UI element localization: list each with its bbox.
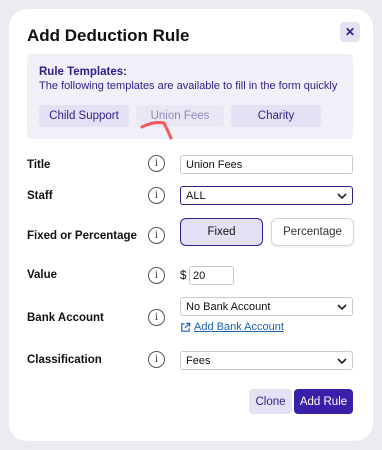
add-deduction-rule-dialog: Add Deduction Rule ✕ Rule Templates: The…: [9, 9, 373, 441]
classification-label: Classification: [27, 354, 102, 366]
chevron-down-icon: [337, 304, 347, 311]
bank-account-label: Bank Account: [27, 312, 104, 324]
bank-account-info-icon[interactable]: i: [148, 309, 165, 326]
staff-info-icon[interactable]: i: [148, 187, 165, 204]
value-label: Value: [27, 269, 58, 281]
bank-account-select[interactable]: No Bank Account: [180, 297, 353, 316]
staff-label: Staff: [27, 190, 53, 202]
classification-select-value: Fees: [186, 354, 211, 367]
percentage-option-button[interactable]: Percentage: [271, 218, 354, 246]
templates-description: The following templates are available to…: [39, 80, 338, 92]
template-charity-button[interactable]: Charity: [231, 105, 321, 127]
title-info-icon[interactable]: i: [148, 155, 165, 172]
fixed-option-button[interactable]: Fixed: [180, 218, 263, 246]
add-rule-button[interactable]: Add Rule: [294, 389, 353, 414]
type-info-icon[interactable]: i: [148, 227, 165, 244]
value-input[interactable]: 20: [189, 266, 234, 285]
staff-select-value: ALL: [186, 189, 206, 202]
bank-account-select-value: No Bank Account: [186, 300, 271, 313]
dialog-title: Add Deduction Rule: [27, 26, 190, 45]
chevron-down-icon: [337, 193, 347, 200]
value-info-icon[interactable]: i: [148, 267, 165, 284]
add-bank-account-link[interactable]: Add Bank Account: [180, 321, 284, 333]
template-child-support-button[interactable]: Child Support: [39, 105, 129, 127]
clone-button[interactable]: Clone: [249, 389, 292, 414]
rule-templates-panel: Rule Templates: The following templates …: [27, 54, 353, 139]
fixed-or-percentage-label: Fixed or Percentage: [27, 230, 137, 242]
annotation-checkmark-icon: [140, 121, 173, 140]
currency-symbol: $: [180, 270, 187, 282]
classification-select[interactable]: Fees: [180, 351, 353, 370]
close-icon: ✕: [344, 25, 356, 39]
chevron-down-icon: [337, 358, 347, 365]
title-label: Title: [27, 159, 51, 171]
classification-info-icon[interactable]: i: [148, 351, 165, 368]
close-button[interactable]: ✕: [340, 22, 360, 42]
templates-heading: Rule Templates:: [39, 66, 127, 78]
external-link-icon: [181, 322, 191, 332]
title-input[interactable]: Union Fees: [180, 155, 353, 174]
add-bank-account-label: Add Bank Account: [194, 321, 284, 333]
staff-select[interactable]: ALL: [180, 186, 353, 205]
